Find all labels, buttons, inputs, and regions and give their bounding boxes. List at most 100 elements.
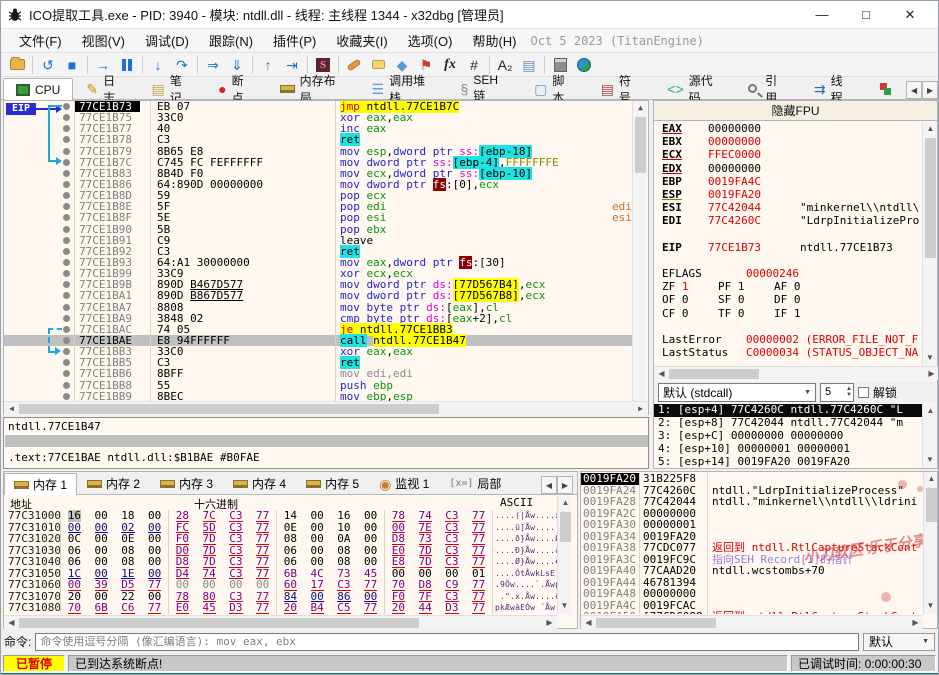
menu-item-1[interactable]: 文件(F) (9, 29, 72, 52)
breakpoint-dot-icon[interactable] (63, 381, 70, 389)
dump-tab-内存 1[interactable]: 内存 1 (4, 473, 78, 495)
tab-源代码[interactable]: <> 源代码 (654, 74, 735, 105)
breakpoint-dot-icon[interactable] (63, 258, 70, 266)
breakpoint-gutter[interactable] (4, 257, 74, 268)
tab-线程[interactable]: ⇉ 线程 (801, 74, 866, 105)
flag-OF[interactable]: OF 0 (662, 293, 710, 306)
calling-convention-select[interactable]: 默认 (stdcall) ▼ (658, 382, 816, 402)
command-profile-select[interactable]: 默认 ▼ (863, 632, 935, 651)
menu-item-7[interactable]: 选项(O) (398, 29, 463, 52)
register-value[interactable]: 00000000 (708, 135, 800, 148)
breakpoint-dot-icon[interactable] (63, 192, 70, 200)
argument-row[interactable]: 4: [esp+10] 00000001 00000001 (654, 442, 926, 456)
menu-item-8[interactable]: 帮助(H) (462, 29, 526, 52)
open-file-button[interactable] (5, 54, 29, 76)
breakpoint-gutter[interactable] (4, 380, 74, 391)
register-value[interactable]: C0000034 (STATUS_OBJECT_NA (746, 346, 918, 359)
scroll-right-icon[interactable]: ▶ (542, 616, 557, 630)
register-value[interactable]: FFEC0000 (708, 148, 800, 161)
disassembly-vscrollbar[interactable]: ▲ (632, 101, 647, 401)
breakpoint-dot-icon[interactable] (63, 281, 70, 289)
flag-IF[interactable]: IF 1 (774, 307, 822, 320)
register-row[interactable]: ESP 0019FA20 (654, 188, 922, 201)
flag-SF[interactable]: SF 0 (718, 293, 766, 306)
scroll-down-icon[interactable]: ▼ (924, 599, 937, 614)
register-row[interactable] (654, 320, 922, 333)
breakpoint-dot-icon[interactable] (63, 336, 70, 344)
disasm-row[interactable]: 77CE1BB9 8BEC mov ebp,esp (4, 390, 632, 401)
scroll-left-icon[interactable]: ◀ (4, 402, 19, 416)
argument-list[interactable]: 1: [esp+4] 77C4260C ntdll.77C4260C "L 2: … (654, 404, 926, 469)
register-row[interactable]: LastStatus C0000034 (STATUS_OBJECT_NA (654, 346, 922, 359)
flag-PF[interactable]: PF 1 (718, 280, 766, 293)
scroll-up-icon[interactable]: ▲ (633, 101, 648, 116)
menu-item-4[interactable]: 跟踪(N) (199, 29, 263, 52)
flag-AF[interactable]: AF 0 (774, 280, 822, 293)
stack-rows[interactable]: 0019FA20 31B225F8 0019FA24 77C4260C ntdll."L… (581, 473, 923, 614)
register-row[interactable]: CF 0 TF 0 IF 1 (654, 307, 922, 320)
scroll-down-icon[interactable]: ▼ (923, 351, 937, 366)
register-row[interactable]: OF 0 SF 0 DF 0 (654, 293, 922, 306)
argument-row[interactable]: 2: [esp+8] 77C42044 ntdll.77C42044 "m (654, 416, 926, 430)
trace-into-button[interactable]: ⇒ (201, 54, 225, 76)
argument-row[interactable]: 3: [esp+C] 00000000 00000000 (654, 429, 926, 443)
stack-row[interactable]: 0019FA48 00000000 (581, 588, 923, 600)
menu-item-3[interactable]: 调试(D) (135, 29, 199, 52)
scroll-right-icon[interactable]: ▶ (908, 616, 923, 630)
scroll-up-icon[interactable]: ▲ (558, 496, 573, 511)
restart-button[interactable]: ↺ (36, 54, 60, 76)
dump-tab-内存 2[interactable]: 内存 2 (77, 472, 150, 494)
breakpoint-gutter[interactable] (4, 279, 74, 290)
register-row[interactable]: EIP 77CE1B73 ntdll.77CE1B73 (654, 241, 922, 254)
tab-脚本[interactable]: ▢ 脚本 (521, 74, 588, 105)
dump-row[interactable]: 77C31040 06 00 08 00 D8 7D C3 77 06 00 08 00 E8 7D C3 77… (4, 556, 557, 568)
register-value[interactable]: 0019FA4C (708, 175, 800, 188)
breakpoint-gutter[interactable] (4, 313, 74, 324)
breakpoint-gutter[interactable] (4, 357, 74, 368)
function-button[interactable]: fx (438, 54, 462, 76)
disasm-row[interactable]: 77CE1BB6 8BFF mov edi,edi (4, 368, 632, 380)
patch-button[interactable] (342, 54, 366, 76)
dump-tab-监视 1[interactable]: ◉ 监视 1 (369, 472, 439, 494)
register-row[interactable]: EBP 0019FA4C (654, 175, 922, 188)
scroll-left-icon[interactable]: ◀ (654, 367, 669, 381)
stepper-arrows-icon[interactable]: ▲ ▼ (846, 386, 853, 398)
scroll-left-icon[interactable]: ◀ (4, 616, 19, 630)
register-row[interactable]: ECX FFEC0000 (654, 148, 922, 161)
register-row[interactable]: LastError 00000002 (ERROR_FILE_NOT_F (654, 333, 922, 346)
breakpoint-gutter[interactable] (4, 246, 74, 257)
stack-row[interactable]: 0019FA28 77C42044 ntdll."minkernel\\ntdll\… (581, 496, 923, 508)
register-value[interactable]: 00000000 (708, 122, 800, 135)
register-row[interactable] (654, 228, 922, 241)
register-value[interactable]: 00000000 (708, 162, 800, 175)
stack-row[interactable]: 0019FA40 77CAAD20 ntdll.wcstombs+70 (581, 565, 923, 577)
dump-hscrollbar[interactable]: ◀ ▶ (4, 615, 557, 629)
register-value[interactable]: 77C4260C (708, 214, 800, 227)
breakpoint-gutter[interactable] (4, 391, 74, 401)
breakpoint-gutter[interactable] (4, 224, 74, 235)
breakpoint-gutter[interactable] (4, 335, 74, 346)
menu-item-6[interactable]: 收藏夹(I) (326, 29, 397, 52)
close-button[interactable]: ✕ (888, 2, 932, 28)
register-row[interactable]: EDX 00000000 (654, 162, 922, 175)
tab-scroll-right-icon[interactable]: ▶ (922, 81, 938, 99)
breakpoint-dot-icon[interactable] (63, 370, 70, 378)
breakpoint-dot-icon[interactable] (63, 136, 70, 144)
register-value[interactable]: 00000002 (ERROR_FILE_NOT_F (746, 333, 918, 346)
breakpoint-gutter[interactable] (4, 302, 74, 313)
stop-button[interactable]: ■ (60, 54, 84, 76)
menu-item-2[interactable]: 视图(V) (72, 29, 135, 52)
dump-tab-内存 5[interactable]: 内存 5 (296, 472, 369, 494)
globe-button[interactable] (572, 54, 596, 76)
breakpoint-dot-icon[interactable] (63, 180, 70, 188)
hide-fpu-button[interactable]: 隐藏FPU (654, 101, 937, 121)
tab-CPU[interactable]: CPU (3, 78, 74, 100)
scroll-up-icon[interactable]: ▲ (924, 472, 938, 487)
dump-tab-内存 4[interactable]: 内存 4 (223, 472, 296, 494)
register-row[interactable]: EDI 77C4260C "LdrpInitializePro (654, 214, 922, 227)
dump-tab-局部[interactable]: [x=] 局部 (439, 472, 511, 494)
scroll-down-icon[interactable]: ▼ (558, 599, 571, 614)
scroll-right-icon[interactable]: ▶ (633, 402, 648, 416)
disasm-row[interactable]: 77CE1B8F 5E pop esi esi (4, 212, 632, 224)
breakpoint-dot-icon[interactable] (63, 169, 70, 177)
